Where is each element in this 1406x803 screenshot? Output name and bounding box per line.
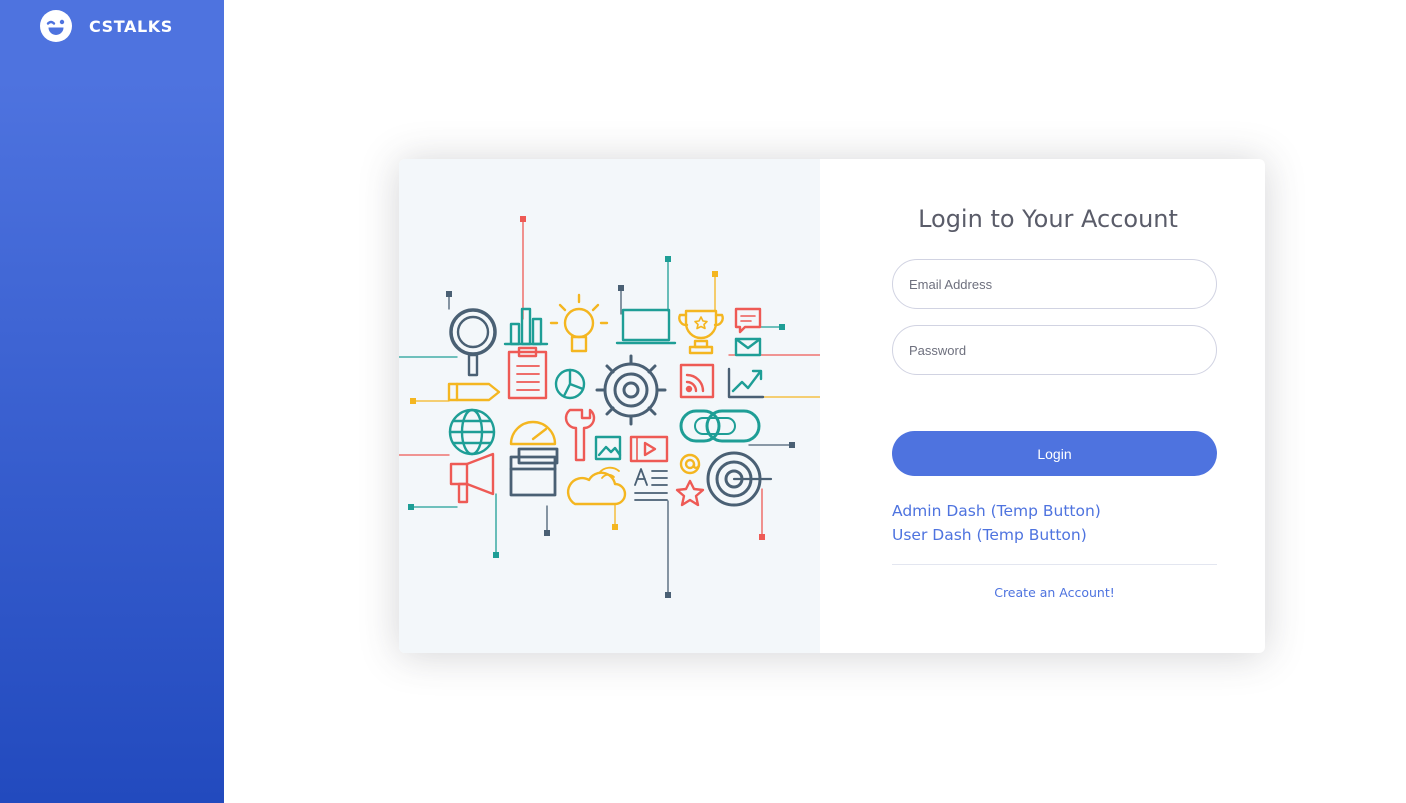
password-field[interactable] xyxy=(892,325,1217,375)
user-dash-link[interactable]: User Dash (Temp Button) xyxy=(892,526,1087,544)
tech-icons-illustration xyxy=(399,216,820,598)
brand-name: CSTALKS xyxy=(89,16,173,36)
create-account-link[interactable]: Create an Account! xyxy=(892,585,1217,600)
page-title: Login to Your Account xyxy=(918,205,1178,233)
login-button[interactable]: Login xyxy=(892,431,1217,476)
login-card: Login to Your Account Login Admin Dash (… xyxy=(399,159,1265,653)
login-illustration xyxy=(399,159,820,653)
login-form: Login to Your Account Login Admin Dash (… xyxy=(820,159,1265,653)
brand-link[interactable]: CSTALKS xyxy=(40,10,173,42)
admin-dash-link[interactable]: Admin Dash (Temp Button) xyxy=(892,502,1101,520)
divider xyxy=(892,564,1217,565)
sidebar: CSTALKS xyxy=(0,0,224,803)
laughing-wink-icon xyxy=(40,10,72,42)
email-field[interactable] xyxy=(892,259,1217,309)
